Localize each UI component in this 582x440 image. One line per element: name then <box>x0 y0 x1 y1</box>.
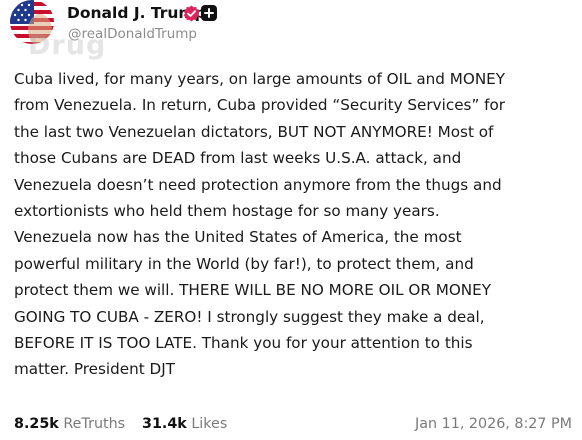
post-body: Cuba lived, for many years, on large amo… <box>14 70 506 379</box>
retruths-label: ReTruths <box>63 416 126 432</box>
post-timestamp[interactable]: Jan 11, 2026, 8:27 PM <box>415 414 572 434</box>
american-flag-avatar <box>10 0 54 44</box>
retruths-stat[interactable]: 8.25k ReTruths <box>14 414 125 434</box>
avatar[interactable] <box>10 0 54 44</box>
likes-stat[interactable]: 31.4k Likes <box>142 414 227 434</box>
follow-button[interactable] <box>201 5 217 21</box>
likes-count: 31.4k <box>142 416 187 432</box>
user-handle[interactable]: @realDonaldTrump <box>68 26 197 42</box>
truth-post: Donald J. Trump @realDonaldTrump Drug Cu… <box>0 0 582 440</box>
likes-label: Likes <box>191 416 228 432</box>
plus-icon <box>204 8 214 18</box>
verified-badge-icon <box>183 5 200 22</box>
retruths-count: 8.25k <box>14 416 59 432</box>
